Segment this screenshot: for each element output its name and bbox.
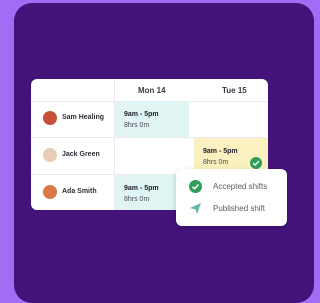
shift-hours: 8hrs 0m — [203, 159, 229, 166]
shift-time: 9am - 5pm — [124, 111, 159, 118]
employee-name: Jack Green — [62, 151, 100, 158]
avatar — [43, 148, 57, 162]
employee-name: Sam Healing — [62, 114, 105, 121]
check-circle-icon — [250, 157, 262, 169]
legend-popup: Accepted shifts Published shift — [176, 169, 287, 226]
avatar — [43, 111, 57, 125]
shift-hours: 8hrs 0m — [124, 196, 150, 203]
employee-name: Ada Smith — [62, 188, 97, 195]
legend-published-label: Published shift — [213, 204, 266, 213]
shift-hours: 8hrs 0m — [124, 122, 150, 129]
shift-time: 9am - 5pm — [203, 148, 238, 155]
schedule-header: Mon 14 Tue 15 — [31, 79, 268, 102]
day-header-mon[interactable]: Mon 14 — [138, 86, 166, 95]
legend-accepted: Accepted shifts — [189, 179, 289, 195]
legend-accepted-label: Accepted shifts — [213, 182, 268, 191]
employee-row: Sam Healing 9am - 5pm 8hrs 0m — [31, 101, 268, 138]
legend-published: Published shift — [189, 201, 289, 217]
send-icon — [190, 203, 201, 214]
check-circle-icon — [189, 180, 202, 193]
shift-time: 9am - 5pm — [124, 185, 159, 192]
avatar — [43, 185, 57, 199]
day-header-tue[interactable]: Tue 15 — [222, 86, 247, 95]
shift-block[interactable]: 9am - 5pm 8hrs 0m — [115, 101, 189, 137]
